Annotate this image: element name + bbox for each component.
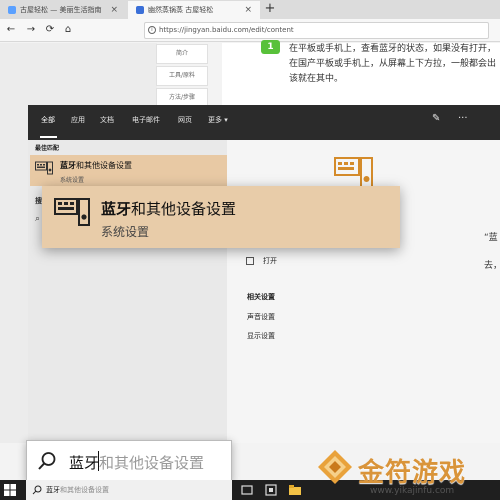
browser-tab-bar: 古屋轻松 — 美丽生活指南 × 幽然蒸锅蒸 古屋轻松 × + xyxy=(0,0,500,19)
more-options-icon[interactable]: ··· xyxy=(458,113,468,124)
tab-web[interactable]: 网页 xyxy=(178,115,192,125)
tab-all[interactable]: 全部 xyxy=(41,115,55,125)
windows-start-icon[interactable] xyxy=(4,484,16,496)
article-fragment: 去， xyxy=(484,261,500,271)
zoomed-result-subtitle: 系统设置 xyxy=(101,225,150,239)
related-settings-heading: 相关设置 xyxy=(247,293,275,301)
baidu-paw-icon xyxy=(136,6,144,14)
task-view-icon[interactable] xyxy=(240,483,254,497)
watermark-logo-icon xyxy=(318,450,352,484)
open-label: 打开 xyxy=(263,257,277,265)
outline-item-tools[interactable]: 工具/原料 xyxy=(156,66,208,86)
bluetooth-devices-icon xyxy=(54,198,90,226)
result-subtitle: 系统设置 xyxy=(60,177,85,184)
related-display-settings[interactable]: 显示设置 xyxy=(247,331,275,341)
taskbar-search-hint: 和其他设备设置 xyxy=(60,486,109,494)
tab-1[interactable]: 古屋轻松 — 美丽生活指南 × xyxy=(0,1,126,19)
refresh-button[interactable]: ⟳ xyxy=(43,23,57,37)
outline-item-intro[interactable]: 简介 xyxy=(156,44,208,64)
best-match-result[interactable]: 蓝牙和其他设备设置 系统设置 xyxy=(30,155,227,186)
search-panel-header: 全部 应用 文档 电子邮件 网页 更多 ▾ ✎ ··· xyxy=(28,105,500,140)
watermark-text: 金符游戏 xyxy=(358,458,467,488)
back-button[interactable]: ← xyxy=(4,23,18,37)
url-text: https://jingyan.baidu.com/edit/content xyxy=(159,26,294,34)
active-tab-indicator xyxy=(40,136,57,138)
tab-apps[interactable]: 应用 xyxy=(71,115,85,125)
search-typed-text: 蓝牙 xyxy=(69,454,100,472)
watermark-url: www.yikajinfu.com xyxy=(370,486,455,496)
step-number-badge: 1 xyxy=(261,40,280,54)
tab-2[interactable]: 幽然蒸锅蒸 古屋轻松 × xyxy=(128,1,260,19)
zoomed-result-title: 蓝牙和其他设备设置 xyxy=(101,200,237,218)
open-icon xyxy=(246,257,254,265)
tab-more[interactable]: 更多 ▾ xyxy=(208,115,228,125)
search-icon xyxy=(32,485,42,495)
address-bar[interactable]: i https://jingyan.baidu.com/edit/content xyxy=(144,22,489,39)
section-heading-fragment: 搜 xyxy=(35,197,42,205)
search-autocomplete-hint: 和其他设备设置 xyxy=(99,454,205,472)
taskbar-search-typed: 蓝牙 xyxy=(46,486,60,494)
zoomed-best-match-result[interactable]: 蓝牙和其他设备设置 系统设置 xyxy=(42,186,400,248)
zoomed-search-box[interactable]: 蓝牙 和其他设备设置 xyxy=(26,440,232,482)
tab-email[interactable]: 电子邮件 xyxy=(132,115,160,125)
step-text[interactable]: 在平板或手机上，查看蓝牙的状态，如果没有打开，在国产平板或手机上，从屏幕上下方拉… xyxy=(289,42,500,87)
app-icon[interactable] xyxy=(264,483,278,497)
tab-2-label: 幽然蒸锅蒸 古屋轻松 xyxy=(148,6,214,14)
open-action[interactable]: 打开 xyxy=(246,256,277,266)
bluetooth-devices-icon xyxy=(35,161,53,175)
close-icon[interactable]: × xyxy=(244,5,252,15)
article-outline: 简介 工具/原料 方法/步骤 xyxy=(156,44,208,110)
close-icon[interactable]: × xyxy=(110,5,118,15)
forward-button[interactable]: → xyxy=(24,23,38,37)
best-match-heading: 最佳匹配 xyxy=(35,145,60,152)
browser-nav-bar: ← → ⟳ ⌂ i https://jingyan.baidu.com/edit… xyxy=(0,19,500,42)
new-tab-button[interactable]: + xyxy=(262,0,278,19)
file-explorer-icon[interactable] xyxy=(288,483,302,497)
tab-1-label: 古屋轻松 — 美丽生活指南 xyxy=(20,6,102,14)
search-icon xyxy=(38,452,56,470)
tab-documents[interactable]: 文档 xyxy=(100,115,114,125)
taskbar-search-box[interactable]: 蓝牙和其他设备设置 xyxy=(26,480,232,500)
info-icon[interactable]: i xyxy=(148,26,156,34)
related-sound-settings[interactable]: 声音设置 xyxy=(247,312,275,322)
feedback-icon[interactable]: ✎ xyxy=(432,113,440,124)
site-favicon-icon xyxy=(8,6,16,14)
search-web-icon[interactable]: ⌕ xyxy=(35,214,40,224)
article-fragment: “蓝 xyxy=(484,233,498,243)
home-button[interactable]: ⌂ xyxy=(61,23,75,37)
result-title: 蓝牙和其他设备设置 xyxy=(60,161,132,170)
watermark: 金符游戏 www.yikajinfu.com xyxy=(304,440,500,500)
